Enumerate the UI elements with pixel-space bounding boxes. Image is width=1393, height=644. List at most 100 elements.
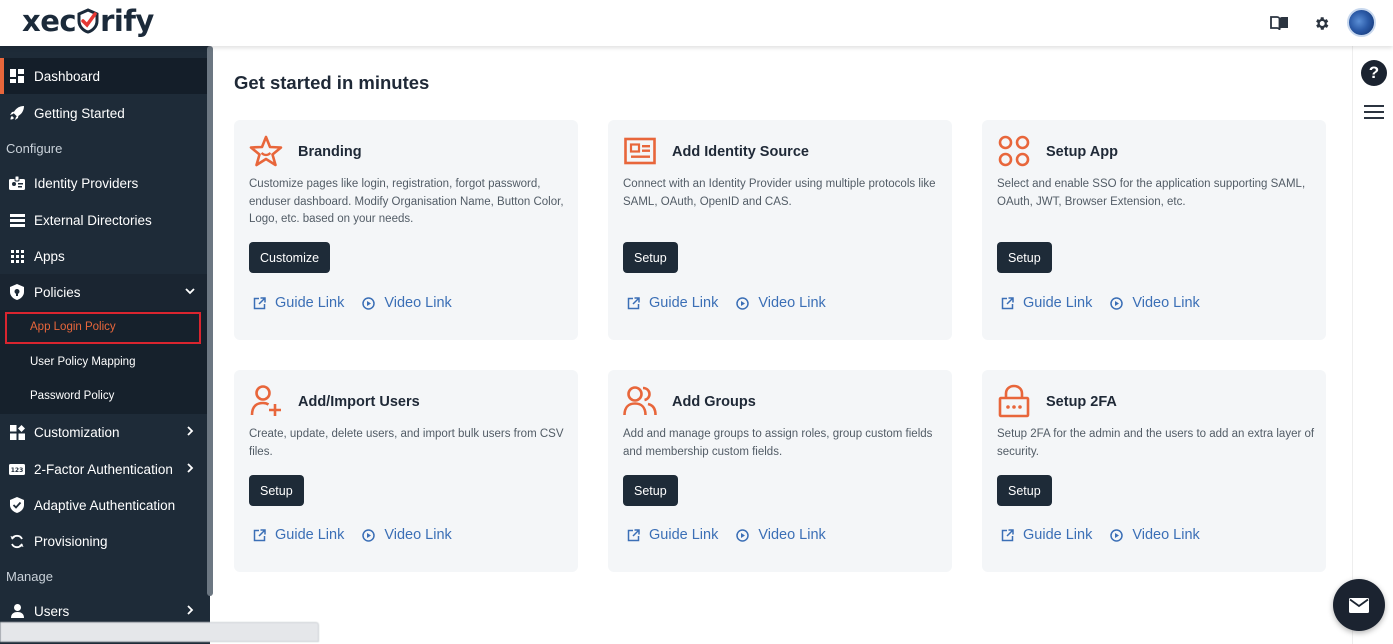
mail-icon (1349, 597, 1369, 613)
guide-link[interactable]: Guide Link (627, 295, 718, 311)
video-link-label: Video Link (758, 295, 826, 311)
guide-link-label: Guide Link (649, 527, 719, 543)
sidebar-item-label: Apps (34, 248, 65, 264)
hamburger-menu-icon[interactable] (1364, 104, 1384, 120)
avatar[interactable] (1347, 8, 1376, 37)
setup-button[interactable]: Setup (997, 475, 1052, 506)
sidebar-item-customization[interactable]: Customization (0, 414, 210, 450)
help-icon[interactable]: ? (1361, 60, 1387, 86)
browser-status-url (0, 622, 319, 642)
guide-link-label: Guide Link (649, 295, 719, 311)
shield-check-icon (9, 284, 25, 300)
card-title: Add/Import Users (298, 394, 420, 410)
sync-icon (9, 533, 25, 549)
play-circle-icon (362, 528, 376, 542)
external-link-icon (253, 528, 266, 541)
card-description: Connect with an Identity Provider using … (623, 178, 936, 208)
video-link[interactable]: Video Link (1110, 527, 1200, 543)
star-icon (249, 135, 283, 167)
xecorify-logo[interactable]: xec rify (22, 4, 154, 38)
logo-text-right: rify (100, 4, 154, 38)
sidebar-item-identity-providers[interactable]: Identity Providers (0, 165, 210, 201)
sidebar-item-policies[interactable]: Policies (0, 274, 210, 310)
setup-button[interactable]: Setup (997, 242, 1052, 273)
page-title: Get started in minutes (234, 72, 430, 93)
sidebar-subitem-user-policy-mapping[interactable]: User Policy Mapping (30, 356, 135, 368)
guide-link[interactable]: Guide Link (253, 527, 344, 543)
sidebar-item-label: Adaptive Authentication (34, 497, 176, 513)
rocket-icon (9, 105, 25, 121)
sidebar-item-2fa[interactable]: 123 2-Factor Authentication (0, 451, 210, 487)
shield-logo-icon (77, 8, 99, 34)
sidebar-item-label: Users (34, 603, 70, 619)
video-link-label: Video Link (384, 527, 452, 543)
card-title: Branding (298, 144, 362, 160)
gear-icon[interactable] (1311, 13, 1331, 33)
book-icon[interactable] (1269, 13, 1289, 33)
logo-text-left: xec (22, 4, 77, 38)
external-link-icon (1001, 296, 1014, 309)
sidebar-item-label: 2-Factor Authentication (34, 461, 173, 477)
123-icon: 123 (9, 461, 25, 477)
sidebar-item-label: Getting Started (34, 105, 125, 121)
play-circle-icon (1110, 296, 1124, 310)
sidebar-item-adaptive-auth[interactable]: Adaptive Authentication (0, 487, 210, 523)
external-link-icon (627, 296, 640, 309)
sidebar-item-apps[interactable]: Apps (0, 238, 210, 274)
setup-button[interactable]: Setup (249, 475, 304, 506)
play-circle-icon (736, 296, 750, 310)
sidebar-subitem-password-policy[interactable]: Password Policy (30, 390, 114, 402)
chevron-right-icon (187, 605, 194, 615)
guide-link[interactable]: Guide Link (1001, 295, 1092, 311)
card-title: Setup 2FA (1046, 394, 1117, 410)
play-circle-icon (362, 296, 376, 310)
video-link[interactable]: Video Link (736, 527, 826, 543)
svg-text:123: 123 (11, 467, 24, 474)
card-description: Setup 2FA for the admin and the users to… (997, 428, 1315, 458)
sidebar-item-getting-started[interactable]: Getting Started (0, 95, 210, 131)
card-title: Add Identity Source (672, 144, 809, 160)
guide-link-label: Guide Link (1023, 527, 1093, 543)
sidebar-item-provisioning[interactable]: Provisioning (0, 523, 210, 559)
video-link[interactable]: Video Link (362, 295, 452, 311)
user-icon (9, 603, 25, 619)
card-branding: Branding Customize pages like login, reg… (234, 120, 578, 340)
video-link-label: Video Link (1132, 295, 1200, 311)
guide-link[interactable]: Guide Link (1001, 527, 1092, 543)
card-title: Add Groups (672, 394, 756, 410)
external-link-icon (253, 296, 266, 309)
command-icon (998, 135, 1030, 167)
guide-link-label: Guide Link (275, 527, 345, 543)
contact-mail-button[interactable] (1333, 579, 1385, 631)
setup-button[interactable]: Setup (623, 242, 678, 273)
sidebar-item-external-directories[interactable]: External Directories (0, 202, 210, 238)
customize-button[interactable]: Customize (249, 242, 331, 273)
guide-link[interactable]: Guide Link (627, 527, 718, 543)
video-link-label: Video Link (384, 295, 452, 311)
list-icon (9, 212, 25, 228)
video-link-label: Video Link (1132, 527, 1200, 543)
sidebar-item-label: Dashboard (34, 68, 101, 84)
video-link[interactable]: Video Link (362, 527, 452, 543)
puzzle-icon (9, 424, 25, 440)
sidebar-item-label: Policies (34, 284, 81, 300)
shield-tick-icon (9, 497, 25, 513)
id-badge-icon (9, 175, 25, 191)
sidebar-scrollbar[interactable] (207, 46, 213, 596)
chevron-right-icon (187, 463, 194, 473)
top-header: xec rify (0, 0, 1393, 46)
card-add-identity-source: Add Identity Source Connect with an Iden… (608, 120, 952, 340)
guide-link[interactable]: Guide Link (253, 295, 344, 311)
card-description: Add and manage groups to assign roles, g… (623, 428, 933, 458)
card-description: Create, update, delete users, and import… (249, 428, 564, 458)
video-link[interactable]: Video Link (736, 295, 826, 311)
sidebar-item-dashboard[interactable]: Dashboard (0, 58, 210, 94)
video-link[interactable]: Video Link (1110, 295, 1200, 311)
setup-button[interactable]: Setup (623, 475, 678, 506)
sidebar-item-label: External Directories (34, 212, 152, 228)
dashboard-icon (9, 68, 25, 84)
right-rail (1352, 46, 1393, 644)
card-setup-app: Setup App Select and enable SSO for the … (982, 120, 1326, 340)
play-circle-icon (1110, 528, 1124, 542)
card-description: Select and enable SSO for the applicatio… (997, 178, 1306, 208)
